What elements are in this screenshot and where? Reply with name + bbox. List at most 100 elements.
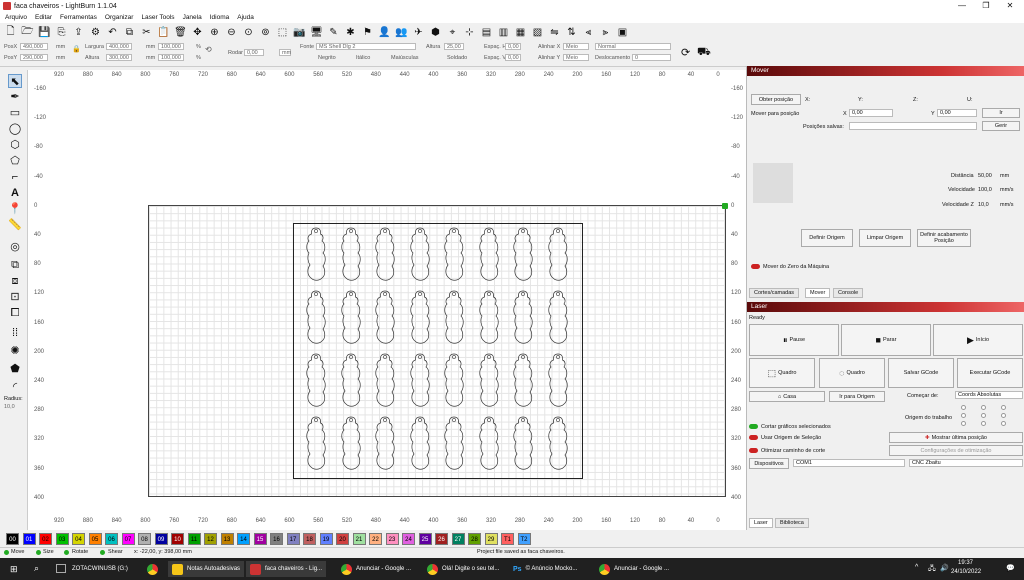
menu-idioma[interactable]: Idioma [210, 14, 230, 21]
save-gcode-button[interactable]: Salvar GCode [888, 358, 954, 388]
settings-gear-icon[interactable]: ⚙ [89, 26, 102, 39]
cycle-icon[interactable]: ⟳ [681, 46, 690, 59]
go-to-origin-button[interactable]: Ir para Origem [829, 391, 885, 402]
camera-icon[interactable]: 📷 [293, 26, 306, 39]
layer-color-16[interactable]: 16 [270, 532, 283, 545]
offset-input[interactable]: 0 [632, 54, 671, 61]
keychain-tag[interactable] [303, 289, 329, 345]
port-select[interactable]: COM1 [793, 459, 905, 467]
layer-color-22[interactable]: 22 [369, 532, 382, 545]
measure-icon[interactable]: 📏 [8, 218, 22, 232]
vspace-input[interactable]: 0,00 [505, 54, 521, 61]
menu-organizar[interactable]: Organizar [105, 14, 134, 21]
paper-plane-icon[interactable]: ✈ [412, 26, 425, 39]
keychain-tag[interactable] [407, 352, 433, 408]
task-zotac[interactable]: ZOTACWINUSB (G:) [68, 561, 132, 577]
layer-color-06[interactable]: 06 [105, 532, 118, 545]
rectangle-icon[interactable]: ▭ [8, 106, 22, 120]
layer-color-26[interactable]: 26 [435, 532, 448, 545]
manage-button[interactable]: Gerir [982, 121, 1020, 131]
layer-color-07[interactable]: 07 [121, 532, 135, 545]
status-move[interactable]: Move [11, 549, 24, 555]
optimization-settings-button[interactable]: Configurações de otimização [889, 445, 1023, 456]
weld-icon[interactable]: ⧠ [8, 306, 22, 320]
work-area-grid[interactable] [148, 205, 726, 497]
posy-input[interactable]: 290,000 [20, 54, 48, 61]
flip-icon[interactable]: ⇋ [548, 26, 561, 39]
keychain-tag[interactable] [372, 289, 398, 345]
task-anunciar-1[interactable]: Anunciar - Google ... [337, 561, 415, 577]
position-pin-icon[interactable]: 📍 [8, 202, 22, 216]
layer-color-21[interactable]: 21 [352, 532, 366, 545]
design-canvas[interactable]: 920 880 840 800 760 720 680 640 600 560 520 480 440 4… [28, 70, 746, 530]
clock-date[interactable]: 24/10/2022 [951, 569, 981, 575]
width-input[interactable]: 400,000 [106, 43, 132, 50]
notifications-icon[interactable]: 💬 [1006, 564, 1015, 572]
layer-color-01[interactable]: 01 [22, 532, 36, 545]
layer-color-09[interactable]: 09 [154, 532, 168, 545]
search-icon[interactable]: ⌕ [34, 563, 39, 574]
cut-selected-toggle[interactable] [749, 424, 758, 429]
grid-array-icon[interactable]: ⁞⁞ [8, 326, 22, 340]
hspace-input[interactable]: 0,00 [505, 43, 521, 50]
layer-color-04[interactable]: 04 [72, 532, 85, 545]
keychain-tag[interactable] [338, 352, 364, 408]
device-select[interactable]: CNC Zbaitu [909, 459, 1023, 467]
layer-color-23[interactable]: 23 [385, 532, 399, 545]
task-chrome-icon[interactable] [143, 561, 162, 577]
devices-button[interactable]: Dispositivos [749, 458, 789, 469]
show-last-position-button[interactable]: ✚ Mostrar última posição [889, 432, 1023, 443]
minimize-button[interactable]: — [950, 0, 974, 12]
layer-color-27[interactable]: 27 [451, 532, 465, 545]
distance-value[interactable]: 50,00 [978, 173, 992, 179]
frame-circle-button[interactable]: ◌ Quadro [819, 358, 885, 388]
speed-value[interactable]: 100,0 [978, 187, 992, 193]
pen-icon[interactable]: ✒ [8, 90, 22, 104]
zoom-fit-icon[interactable]: ⊚ [259, 26, 272, 39]
keychain-tag[interactable] [545, 289, 571, 345]
keychain-tag[interactable] [338, 226, 364, 282]
keychain-tag[interactable] [545, 415, 571, 471]
keychain-tag[interactable] [303, 226, 329, 282]
task-photoshop[interactable]: Ps © Anúncio Mocko... [509, 561, 581, 577]
select-arrow-icon[interactable]: ⬉ [8, 74, 22, 88]
layer-color-18[interactable]: 18 [303, 532, 316, 545]
layer-color-20[interactable]: 20 [336, 532, 349, 545]
paste-icon[interactable]: 📋 [157, 26, 170, 39]
rotate-input[interactable]: 0,00 [244, 49, 264, 56]
boolean-diff-icon[interactable]: ⧈ [8, 274, 22, 288]
font-select[interactable]: MS Shell Dlg 2 [316, 43, 416, 50]
layer-color-02[interactable]: 02 [39, 532, 52, 545]
origin-radio[interactable] [961, 421, 966, 426]
layer-color-28[interactable]: 28 [468, 532, 481, 545]
align-right-icon[interactable]: ⫸ [599, 26, 612, 39]
run-gcode-button[interactable]: Executar GCode [957, 358, 1023, 388]
task-anunciar-2[interactable]: Anunciar - Google ... [595, 561, 673, 577]
start-from-select[interactable]: Coords Absolutas [955, 391, 1023, 399]
origin-radio[interactable] [981, 421, 986, 426]
origin-radio[interactable] [1001, 413, 1006, 418]
zoom-selection-icon[interactable]: ⬚ [276, 26, 289, 39]
keychain-tag[interactable] [510, 352, 536, 408]
uppercase-toggle[interactable]: Maiúsculas [391, 55, 419, 61]
windows-start-icon[interactable]: ⊞ [10, 564, 18, 575]
cut-scissors-icon[interactable]: ✂ [140, 26, 153, 39]
scale-width-input[interactable]: 100,000 [158, 43, 184, 50]
z-speed-value[interactable]: 10,0 [978, 202, 989, 208]
menu-ferramentas[interactable]: Ferramentas [60, 14, 97, 21]
layer-color-00[interactable]: 00 [6, 532, 19, 545]
menu-editar[interactable]: Editar [35, 14, 52, 21]
delete-trash-icon[interactable]: 🗑 [174, 26, 187, 39]
ellipse-icon[interactable]: ◯ [8, 122, 22, 136]
get-position-button[interactable]: Obter posição [751, 94, 801, 105]
keychain-tag[interactable] [372, 226, 398, 282]
layer-color-08[interactable]: 08 [138, 532, 151, 545]
machine-icon[interactable]: ⛟ [697, 46, 711, 60]
user-alt-icon[interactable]: 👥 [395, 26, 408, 39]
boolean-intersect-icon[interactable]: ⊡ [8, 290, 22, 304]
layer-color-14[interactable]: 14 [237, 532, 250, 545]
maximize-button[interactable]: ❐ [974, 0, 998, 12]
layer-color-03[interactable]: 03 [55, 532, 69, 545]
jog-pad[interactable] [753, 163, 793, 203]
keychain-tag[interactable] [510, 415, 536, 471]
